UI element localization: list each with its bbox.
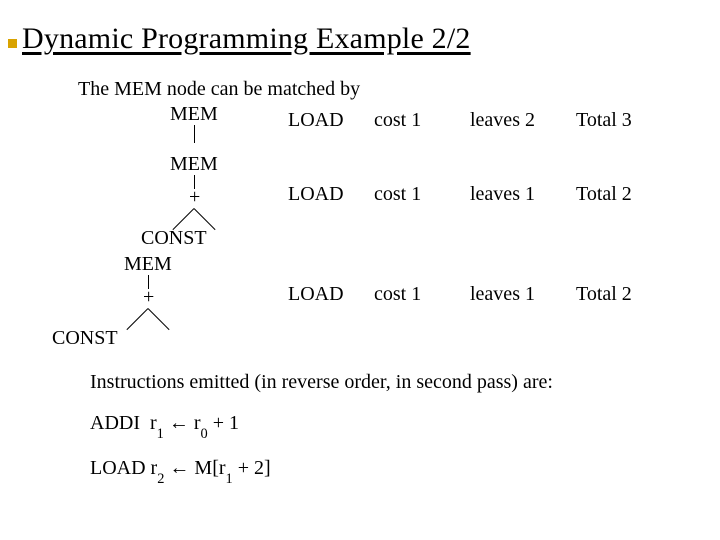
leaves-label: leaves 1 xyxy=(470,153,570,206)
tree-branch-right xyxy=(148,308,170,330)
slide-title: Dynamic Programming Example 2/2 xyxy=(22,22,698,56)
example-row: MEM + CONST LOAD cost 1 leaves 1 Total 2 xyxy=(22,153,698,253)
tree-diagram: MEM + CONST xyxy=(22,253,282,353)
instr-src-sub: 0 xyxy=(201,426,208,442)
instr-op: LOAD xyxy=(90,457,146,479)
tree-leaf-label: CONST xyxy=(141,227,207,250)
tree-diagram: MEM xyxy=(22,103,282,153)
instr-dst-sub: 1 xyxy=(157,426,164,442)
total-label: Total 2 xyxy=(576,253,666,306)
instruction-line: ADDI r1 ← r0 + 1 xyxy=(90,412,698,439)
instruction-line: LOAD r2 ← M[r1 + 2] xyxy=(90,457,698,484)
tree-plus-label: + xyxy=(189,186,200,209)
tree-root-label: MEM xyxy=(124,253,172,276)
title-bullet xyxy=(8,39,17,48)
instr-dst-sub: 2 xyxy=(157,471,164,487)
cost-label: cost 1 xyxy=(374,103,464,132)
instr-tail: + 1 xyxy=(208,412,239,434)
tree-branch-left xyxy=(126,308,148,330)
tree-root-label: MEM xyxy=(170,103,218,126)
tree-diagram: MEM + CONST xyxy=(22,153,282,253)
instr-tail: + 2] xyxy=(233,457,271,479)
instr-op: ADDI xyxy=(90,412,140,434)
instr-src-pre: M[r xyxy=(194,457,225,479)
op-label: LOAD xyxy=(288,153,368,206)
tree-plus-label: + xyxy=(143,286,154,309)
total-label: Total 2 xyxy=(576,153,666,206)
tree-root-label: MEM xyxy=(170,153,218,176)
example-row: MEM LOAD cost 1 leaves 2 Total 3 xyxy=(22,103,698,153)
cost-label: cost 1 xyxy=(374,153,464,206)
slide: Dynamic Programming Example 2/2 The MEM … xyxy=(0,0,720,540)
leaves-label: leaves 1 xyxy=(470,253,570,306)
slide-body: The MEM node can be matched by MEM LOAD … xyxy=(22,78,698,484)
instr-src-pre: r xyxy=(194,412,201,434)
tree-leaf-label: CONST xyxy=(52,327,118,350)
example-row: MEM + CONST LOAD cost 1 leaves 1 Total 2 xyxy=(22,253,698,353)
instr-src-sub: 1 xyxy=(226,471,233,487)
arrow-icon: ← xyxy=(169,457,189,479)
op-label: LOAD xyxy=(288,253,368,306)
cost-label: cost 1 xyxy=(374,253,464,306)
total-label: Total 3 xyxy=(576,103,666,132)
op-label: LOAD xyxy=(288,103,368,132)
intro-text: The MEM node can be matched by xyxy=(78,78,698,101)
instr-dst-pre: r xyxy=(150,412,157,434)
arrow-icon: ← xyxy=(169,412,189,434)
emitted-caption: Instructions emitted (in reverse order, … xyxy=(90,371,698,394)
examples: MEM LOAD cost 1 leaves 2 Total 3 MEM + C… xyxy=(22,103,698,353)
leaves-label: leaves 2 xyxy=(470,103,570,132)
tree-stem xyxy=(194,125,195,143)
